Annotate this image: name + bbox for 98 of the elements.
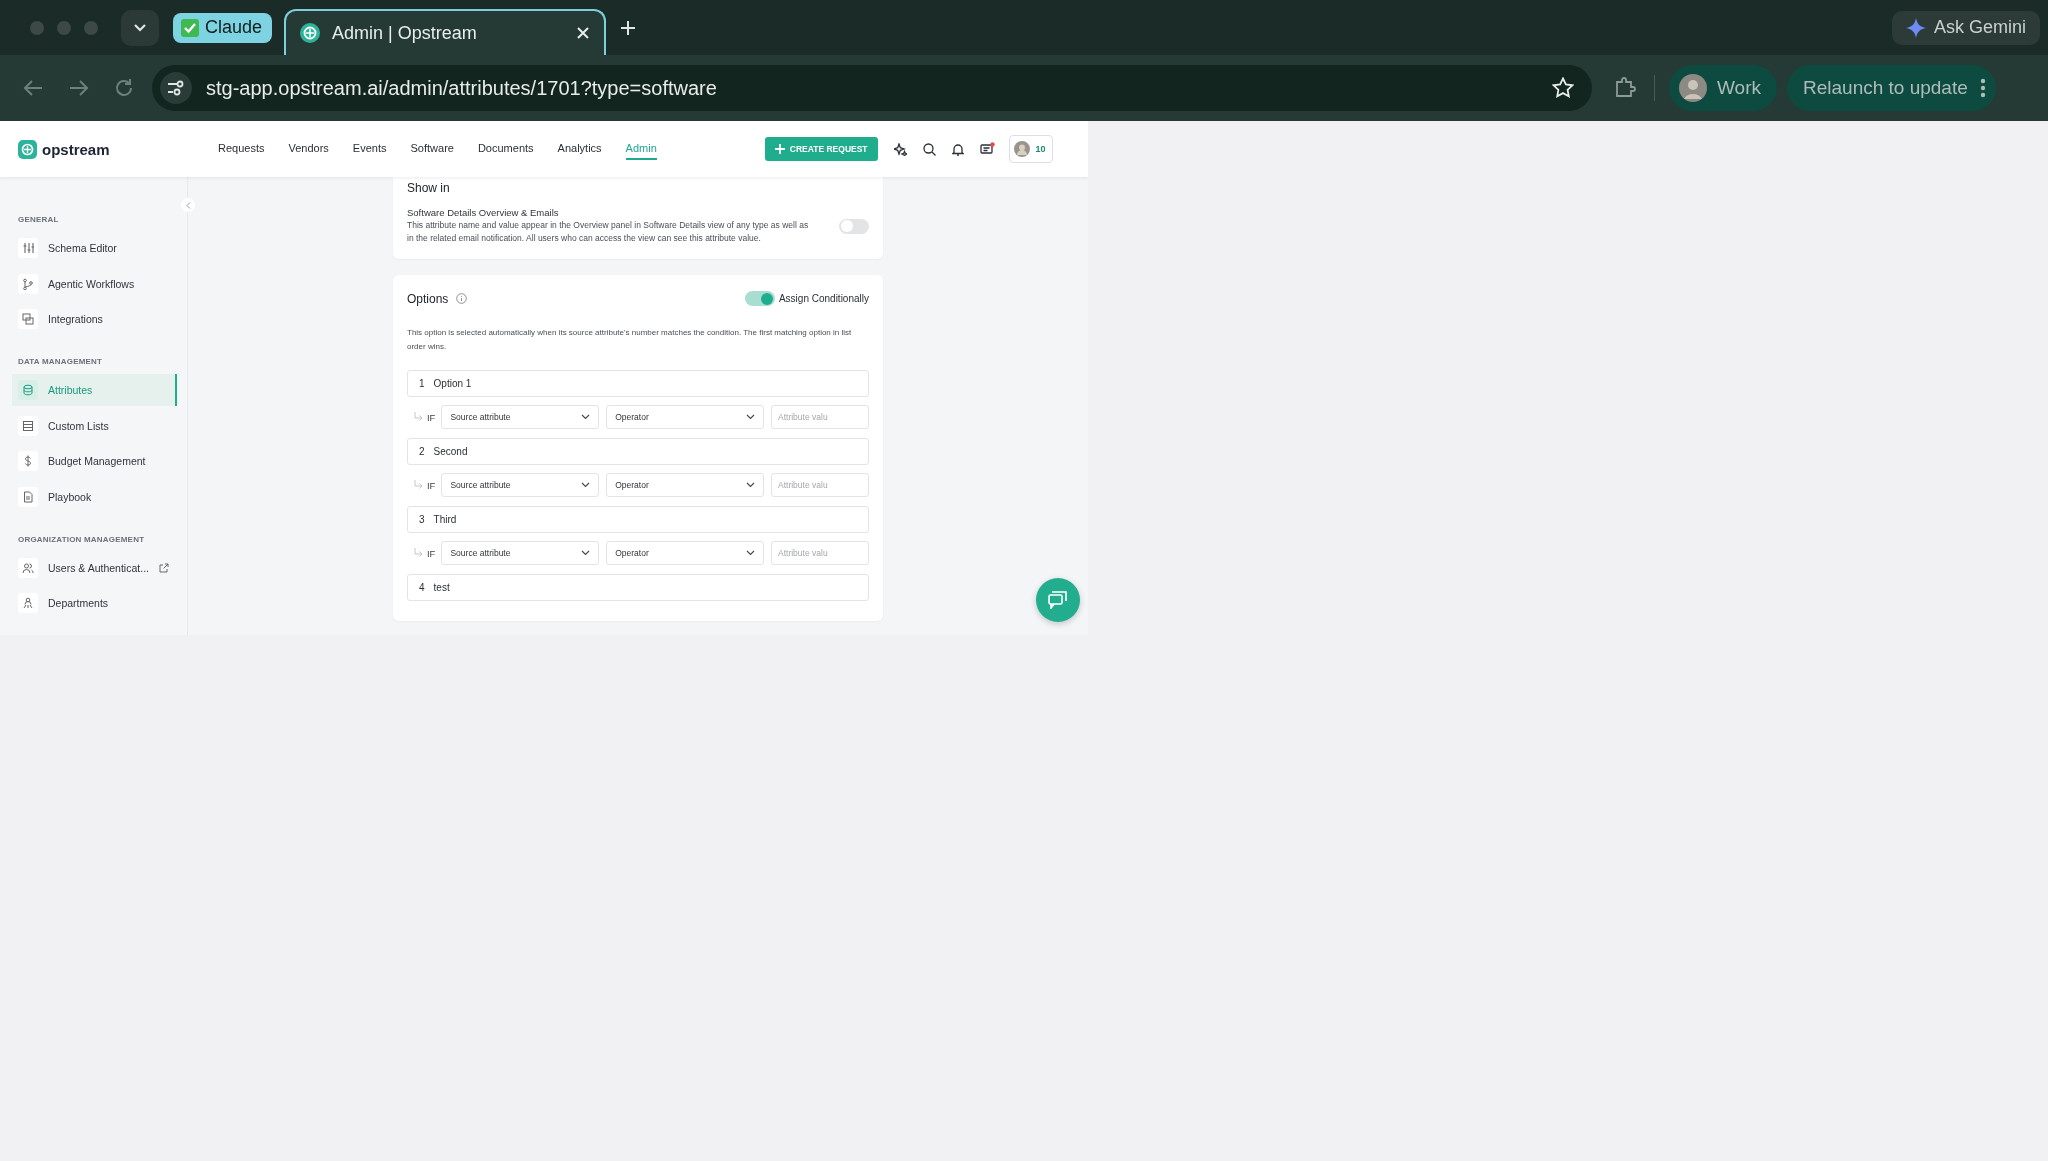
search-icon[interactable] <box>922 142 936 156</box>
window-button[interactable] <box>57 20 71 35</box>
chat-button[interactable] <box>1036 578 1080 622</box>
source-attribute-select[interactable]: Source attribute <box>441 405 600 429</box>
section-heading: GENERAL <box>18 215 60 224</box>
nav-link[interactable]: Events <box>352 138 387 160</box>
chevron-left-icon <box>185 201 191 209</box>
plus-icon[interactable] <box>620 19 637 36</box>
window-button[interactable] <box>30 20 44 35</box>
attribute-value-field[interactable]: Attribute valu <box>771 541 869 565</box>
sidebar-item[interactable]: Custom Lists <box>12 409 177 442</box>
operator-select[interactable]: Operator <box>606 541 764 565</box>
toggle-label: Assign Conditionally <box>778 293 869 304</box>
toggle-switch[interactable] <box>839 218 869 234</box>
logo-icon <box>300 23 321 43</box>
nav-link[interactable]: Documents <box>477 138 534 160</box>
external-link-icon[interactable] <box>158 562 169 573</box>
sidebar-item[interactable]: Budget Management <box>12 445 177 477</box>
bell-icon[interactable] <box>951 142 964 156</box>
address-bar[interactable]: stg-app.opstream.ai/admin/attributes/1701?type=software <box>152 65 1592 111</box>
attribute-value-field[interactable]: Attribute valu <box>771 405 869 429</box>
condition-label: IF <box>427 411 436 423</box>
sparkle-icon <box>1905 17 1926 38</box>
attribute-value-field[interactable]: Attribute valu <box>771 473 869 497</box>
toggle-switch[interactable] <box>744 291 775 306</box>
relaunch-button[interactable]: Relaunch to update <box>1787 65 1996 111</box>
sidebar-item[interactable]: Users & Authenticat... <box>12 551 177 584</box>
condition-label: IF <box>427 547 436 559</box>
avatar-icon <box>1013 141 1030 157</box>
option-row[interactable]: 3 Third <box>407 506 869 533</box>
source-attribute-select[interactable]: Source attribute <box>441 541 600 565</box>
info-icon[interactable] <box>456 293 468 304</box>
star-icon[interactable] <box>1552 77 1574 99</box>
dollar-icon <box>18 451 38 471</box>
branch-icon <box>18 273 38 294</box>
source-attribute-select[interactable]: Source attribute <box>441 473 600 497</box>
chevron-down-icon <box>746 482 755 488</box>
option-row[interactable]: 4 test <box>407 574 869 601</box>
return-arrow-icon <box>413 480 423 490</box>
sliders-icon <box>18 238 38 258</box>
overlapping-squares-icon <box>18 309 38 329</box>
chat-icon[interactable] <box>979 142 995 156</box>
sidebar-item[interactable]: Integrations <box>12 303 177 335</box>
option-row[interactable]: 2 Second <box>407 438 869 465</box>
return-arrow-icon <box>413 412 423 422</box>
site-settings-icon[interactable] <box>167 80 185 96</box>
logo-text[interactable]: opstream <box>42 140 110 158</box>
chevron-down-icon <box>133 22 147 33</box>
users-icon <box>18 557 38 578</box>
chevron-down-icon <box>746 550 755 556</box>
nav-link[interactable]: Analytics <box>557 138 602 160</box>
plus-icon <box>774 144 785 154</box>
tab-list-button[interactable] <box>121 9 159 46</box>
database-icon <box>18 380 38 400</box>
profile-button[interactable]: Work <box>1669 65 1777 111</box>
nav-link[interactable]: Vendors <box>288 138 329 160</box>
operator-select[interactable]: Operator <box>606 405 764 429</box>
people-icon <box>18 593 38 613</box>
section-heading: DATA MANAGEMENT <box>18 357 104 366</box>
sidebar-item[interactable]: Departments <box>12 587 177 619</box>
nav-link[interactable]: Requests <box>218 138 265 160</box>
sidebar-item[interactable]: Schema Editor <box>12 232 177 264</box>
forward-icon[interactable] <box>68 78 90 98</box>
operator-select[interactable]: Operator <box>606 473 764 497</box>
sparkle-icon[interactable] <box>893 142 907 156</box>
chevron-down-icon <box>581 482 591 488</box>
more-icon <box>1979 78 1986 98</box>
close-icon[interactable] <box>576 26 591 40</box>
chevron-down-icon <box>746 414 755 420</box>
nav-link[interactable]: Software <box>410 138 454 160</box>
ask-gemini-button[interactable]: Ask Gemini <box>1891 10 2040 45</box>
document-icon <box>18 486 38 507</box>
setting-title: Software Details Overview & Emails <box>407 207 560 218</box>
chat-icon <box>1048 591 1068 609</box>
options-description: This option is selected automatically when its source attribute's number matches the condition. The first matching option in list order wins. <box>407 327 853 353</box>
sidebar-item[interactable]: Agentic Workflows <box>12 267 177 300</box>
tab-group-label[interactable]: Claude <box>173 12 273 43</box>
collapse-button[interactable] <box>181 198 195 212</box>
window-button[interactable] <box>84 20 98 35</box>
puzzle-icon[interactable] <box>1614 77 1636 99</box>
setting-description: This attribute name and value appear in the Overview panel in Software Details view of any type as well as in the related email notification. All users who can access the view can see this attribute value. <box>407 219 810 245</box>
section-title: Show in <box>407 181 451 195</box>
sidebar-item[interactable]: Playbook <box>12 480 177 513</box>
reload-icon[interactable] <box>114 78 134 98</box>
back-icon[interactable] <box>22 78 44 98</box>
avatar-icon <box>1679 74 1707 102</box>
logo-icon[interactable] <box>18 139 37 159</box>
section-title: Options <box>407 291 449 306</box>
section-heading: ORGANIZATION MANAGEMENT <box>18 534 146 544</box>
return-arrow-icon <box>413 548 423 558</box>
chevron-down-icon <box>581 550 591 556</box>
account-button[interactable]: 10 <box>1008 135 1053 163</box>
checkmark-icon <box>181 18 199 37</box>
condition-label: IF <box>427 479 436 491</box>
browser-tab[interactable]: Admin | Opstream <box>284 9 607 55</box>
chevron-down-icon <box>581 414 591 420</box>
option-row[interactable]: 1 Option 1 <box>407 370 869 397</box>
list-icon <box>18 415 38 436</box>
